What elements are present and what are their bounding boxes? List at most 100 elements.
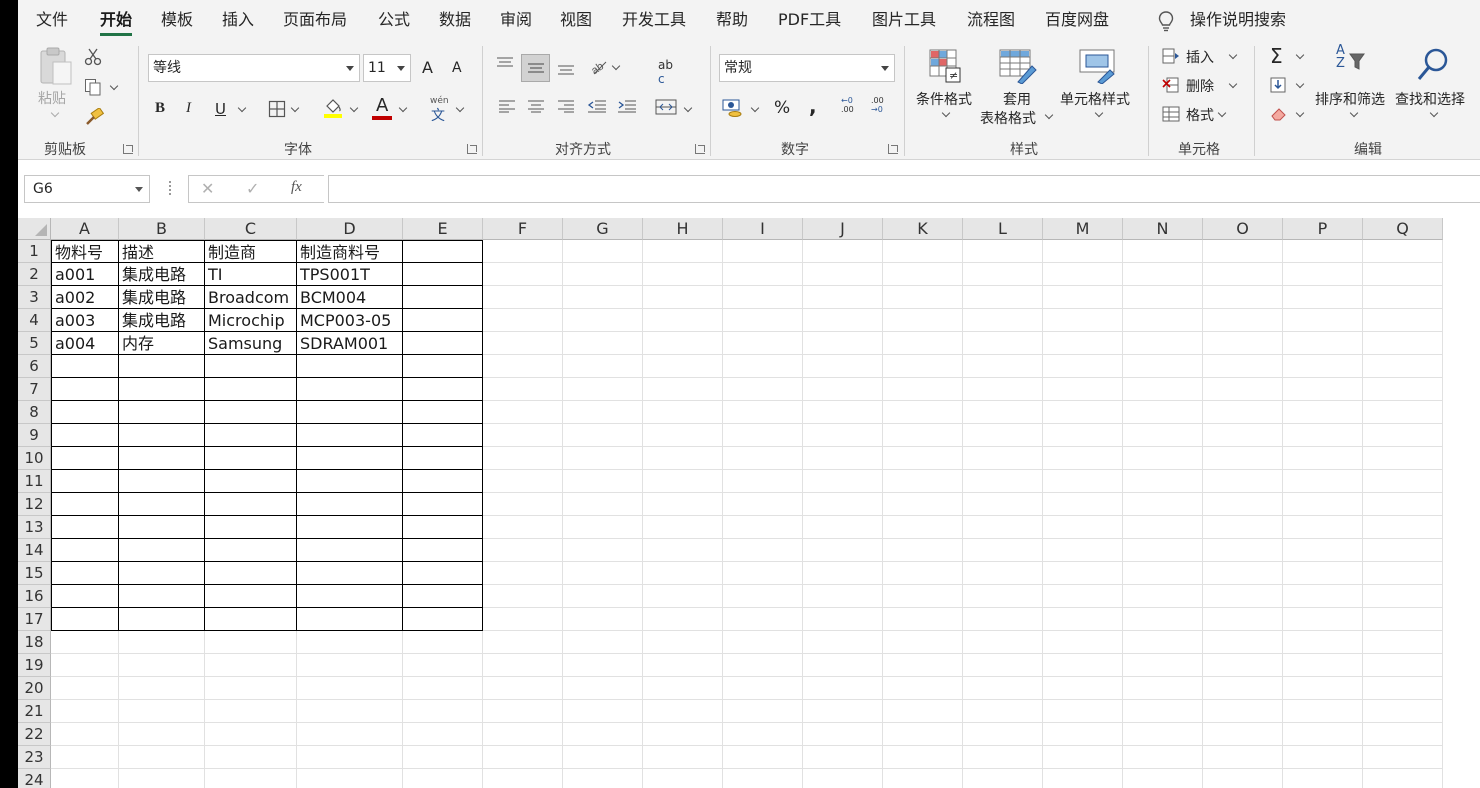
table-cell[interactable]: [483, 539, 563, 562]
table-cell[interactable]: [883, 493, 963, 516]
table-cell[interactable]: [403, 332, 483, 355]
tell-me-search[interactable]: 操作说明搜索: [1190, 0, 1286, 40]
table-cell[interactable]: [803, 631, 883, 654]
table-cell[interactable]: [1123, 240, 1203, 263]
comma-style-button[interactable]: ,: [809, 94, 817, 118]
table-cell[interactable]: [963, 516, 1043, 539]
tab-picture-tools[interactable]: 图片工具: [872, 0, 936, 40]
table-cell[interactable]: [723, 401, 803, 424]
table-cell[interactable]: [403, 769, 483, 788]
column-header[interactable]: K: [883, 218, 963, 240]
table-cell[interactable]: [1123, 447, 1203, 470]
table-cell[interactable]: [1123, 493, 1203, 516]
column-header[interactable]: D: [297, 218, 403, 240]
table-cell[interactable]: [297, 401, 403, 424]
table-cell[interactable]: [1043, 447, 1123, 470]
column-header[interactable]: J: [803, 218, 883, 240]
table-cell[interactable]: [1203, 493, 1283, 516]
table-cell[interactable]: [883, 677, 963, 700]
table-cell[interactable]: [643, 539, 723, 562]
table-cell[interactable]: [643, 286, 723, 309]
format-painter-icon[interactable]: [84, 108, 104, 126]
borders-dropdown-icon[interactable]: [290, 103, 300, 113]
table-cell[interactable]: [803, 654, 883, 677]
table-cell[interactable]: [1283, 631, 1363, 654]
underline-button[interactable]: U: [215, 100, 226, 118]
table-cell[interactable]: [403, 608, 483, 631]
table-cell[interactable]: [883, 746, 963, 769]
table-cell[interactable]: [403, 585, 483, 608]
table-cell[interactable]: [723, 424, 803, 447]
table-cell[interactable]: [297, 516, 403, 539]
tab-file[interactable]: 文件: [36, 0, 68, 40]
table-cell[interactable]: Microchip: [205, 309, 297, 332]
table-cell[interactable]: [403, 631, 483, 654]
table-cell[interactable]: [803, 562, 883, 585]
table-cell[interactable]: [1363, 654, 1443, 677]
percent-style-button[interactable]: %: [774, 98, 790, 118]
autosum-button[interactable]: Σ: [1270, 44, 1283, 68]
table-cell[interactable]: [403, 470, 483, 493]
format-as-table-dropdown-icon[interactable]: [1044, 110, 1054, 120]
table-cell[interactable]: [297, 470, 403, 493]
align-right-icon[interactable]: [557, 99, 575, 117]
table-cell[interactable]: [803, 516, 883, 539]
table-cell[interactable]: [1203, 240, 1283, 263]
table-cell[interactable]: [1283, 493, 1363, 516]
table-cell[interactable]: [51, 516, 119, 539]
table-cell[interactable]: [723, 769, 803, 788]
row-header[interactable]: 4: [18, 309, 51, 332]
sort-filter-dropdown-icon[interactable]: [1349, 108, 1359, 118]
table-cell[interactable]: [403, 746, 483, 769]
table-cell[interactable]: [1203, 631, 1283, 654]
table-cell[interactable]: [723, 378, 803, 401]
table-cell[interactable]: [297, 378, 403, 401]
table-cell[interactable]: [205, 654, 297, 677]
table-cell[interactable]: [1123, 424, 1203, 447]
table-cell[interactable]: 内存: [119, 332, 205, 355]
format-as-table-icon[interactable]: [998, 48, 1038, 84]
table-cell[interactable]: [963, 424, 1043, 447]
table-cell[interactable]: [563, 447, 643, 470]
table-cell[interactable]: [963, 263, 1043, 286]
bold-button[interactable]: B: [155, 100, 165, 117]
table-cell[interactable]: [1283, 286, 1363, 309]
table-cell[interactable]: [1203, 447, 1283, 470]
table-cell[interactable]: [963, 493, 1043, 516]
name-box[interactable]: G6: [24, 175, 150, 203]
table-cell[interactable]: [1043, 700, 1123, 723]
table-cell[interactable]: [883, 401, 963, 424]
insert-function-icon[interactable]: fx: [291, 179, 302, 196]
table-cell[interactable]: [205, 378, 297, 401]
table-cell[interactable]: [1363, 585, 1443, 608]
table-cell[interactable]: [483, 240, 563, 263]
row-header[interactable]: 24: [18, 769, 51, 788]
table-cell[interactable]: [403, 286, 483, 309]
table-cell[interactable]: [963, 769, 1043, 788]
cut-icon[interactable]: [84, 48, 102, 66]
italic-button[interactable]: I: [186, 100, 191, 117]
table-cell[interactable]: [883, 332, 963, 355]
table-cell[interactable]: [1363, 378, 1443, 401]
formula-bar-splitter[interactable]: [169, 181, 171, 195]
row-header[interactable]: 10: [18, 447, 51, 470]
table-cell[interactable]: [723, 677, 803, 700]
table-cell[interactable]: [803, 470, 883, 493]
table-cell[interactable]: [563, 355, 643, 378]
table-cell[interactable]: [483, 378, 563, 401]
table-cell[interactable]: [51, 585, 119, 608]
cancel-icon[interactable]: ✕: [201, 179, 214, 198]
insert-cells-dropdown-icon[interactable]: [1228, 50, 1238, 60]
underline-dropdown-icon[interactable]: [237, 103, 247, 113]
table-cell[interactable]: [1203, 332, 1283, 355]
row-header[interactable]: 17: [18, 608, 51, 631]
clear-dropdown-icon[interactable]: [1295, 108, 1305, 118]
table-cell[interactable]: [1043, 493, 1123, 516]
table-cell[interactable]: [1043, 723, 1123, 746]
table-cell[interactable]: [119, 700, 205, 723]
table-cell[interactable]: [1203, 723, 1283, 746]
table-cell[interactable]: [483, 746, 563, 769]
tab-help[interactable]: 帮助: [716, 0, 748, 40]
table-cell[interactable]: [803, 263, 883, 286]
delete-cells-icon[interactable]: [1162, 77, 1180, 93]
